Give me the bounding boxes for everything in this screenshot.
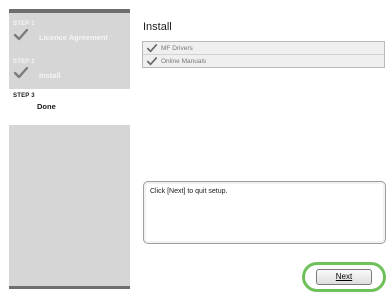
checkmark-icon xyxy=(14,29,28,41)
sidebar-divider xyxy=(9,286,130,289)
step-3: STEP 3 Done xyxy=(9,89,130,125)
list-item: Online Manuals xyxy=(143,55,384,67)
step-1: STEP 1 Licence Agreement xyxy=(9,17,130,55)
next-button-label: Next xyxy=(335,272,353,281)
step-name: Install xyxy=(39,71,61,80)
message-text: Click [Next] to quit setup. xyxy=(150,188,228,195)
step-number: STEP 1 xyxy=(13,21,35,27)
list-item-label: Online Manuals xyxy=(161,57,207,65)
next-button[interactable]: Next xyxy=(316,269,372,285)
step-name: Done xyxy=(37,102,56,111)
steps-sidebar: STEP 1 Licence Agreement STEP 2 Install … xyxy=(9,9,130,289)
checkmark-icon xyxy=(14,67,28,79)
checkmark-icon xyxy=(147,43,157,52)
step-number: STEP 2 xyxy=(13,59,35,65)
step-number: STEP 3 xyxy=(13,93,35,99)
checkmark-icon xyxy=(147,56,157,65)
list-item: MF Drivers xyxy=(143,42,384,55)
page-title: Install xyxy=(143,21,172,33)
step-2: STEP 2 Install xyxy=(9,55,130,91)
list-item-label: MF Drivers xyxy=(161,44,193,52)
message-box: Click [Next] to quit setup. xyxy=(143,181,386,244)
component-list: MF Drivers Online Manuals xyxy=(142,41,385,68)
step-name: Licence Agreement xyxy=(39,33,108,42)
